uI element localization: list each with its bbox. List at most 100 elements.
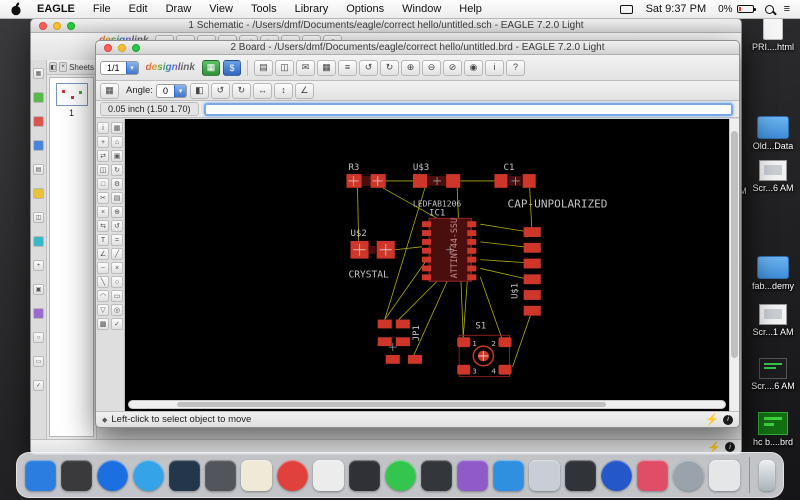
component-r3[interactable]: R3 — [346, 163, 386, 188]
tool-button[interactable]: ✓ — [111, 318, 123, 330]
component-s1[interactable]: S1 1 2 3 4 — [457, 321, 512, 378]
toolbar-button[interactable]: ↻ — [231, 82, 251, 99]
tool-button[interactable]: ▣ — [33, 284, 44, 295]
toolbar-button[interactable]: ≡ — [337, 59, 357, 76]
tool-button[interactable]: ⇄ — [97, 150, 109, 162]
dock-icon[interactable] — [313, 459, 344, 491]
tool-button[interactable]: ◫ — [33, 212, 44, 223]
dock-icon[interactable] — [25, 459, 56, 491]
desktop-icon[interactable]: Scr...1 AM — [746, 304, 800, 337]
tool-button[interactable]: ╱ — [111, 248, 123, 260]
dock-icon[interactable] — [97, 459, 128, 491]
dock-icon[interactable] — [61, 459, 92, 491]
tool-button[interactable] — [33, 140, 44, 151]
toolbar-button[interactable]: ◧ — [189, 82, 209, 99]
tool-button[interactable]: ▩ — [97, 318, 109, 330]
toolbar-button[interactable]: ⊕ — [400, 59, 420, 76]
desktop-icon[interactable]: PRI....html — [746, 14, 800, 52]
component-ic1[interactable]: IC1 ATTINY44-SSU — [421, 208, 477, 282]
sheet-thumbnail[interactable] — [55, 83, 88, 106]
horizontal-scrollbar[interactable] — [128, 400, 726, 409]
tool-button[interactable]: ▤ — [111, 192, 123, 204]
component-jp1[interactable]: JP1 — [377, 319, 422, 364]
desktop-icon[interactable]: Scr....6 AM — [746, 358, 800, 391]
toolbar-button[interactable]: ↔ — [252, 82, 272, 99]
close-button[interactable] — [39, 21, 47, 30]
tool-button[interactable]: ▦ — [33, 68, 44, 79]
command-line-input[interactable] — [203, 102, 733, 116]
zoom-button[interactable] — [67, 21, 75, 30]
menu-item[interactable]: Edit — [120, 3, 157, 15]
notification-center-icon[interactable]: ≡ — [784, 3, 790, 15]
tool-button[interactable]: ◠ — [97, 290, 109, 302]
apple-menu-icon[interactable] — [10, 2, 22, 16]
board-titlebar[interactable]: 2 Board - /Users/dmf/Documents/eagle/cor… — [96, 41, 739, 55]
tool-button[interactable]: ↺ — [111, 220, 123, 232]
tool-button[interactable]: ○ — [33, 332, 44, 343]
grid-button[interactable]: ▦ — [100, 82, 119, 99]
component-u3[interactable]: U$3 LEDFAB1206 — [412, 163, 462, 208]
toolbar-button[interactable]: ↻ — [379, 59, 399, 76]
dock-icon[interactable] — [601, 459, 632, 491]
designlink-status-icon[interactable]: ⚡ — [705, 413, 719, 426]
dock-icon[interactable] — [169, 459, 200, 491]
angle-select[interactable]: 0 ▾ — [155, 83, 187, 98]
dock-icon[interactable] — [637, 459, 668, 491]
tool-button[interactable]: □ — [97, 178, 109, 190]
desktop-icon[interactable]: hc b....brd — [746, 412, 800, 447]
tool-button[interactable]: ╲ — [97, 276, 109, 288]
board-canvas[interactable]: R3 U$3 LEDFAB1206 C1 CAP-UNPOLARIZED IC1… — [125, 119, 729, 411]
dock-icon[interactable] — [421, 459, 452, 491]
toolbar-button[interactable]: ∠ — [294, 82, 314, 99]
dock-icon[interactable] — [205, 459, 236, 491]
component-c1[interactable]: C1 CAP-UNPOLARIZED — [494, 163, 607, 210]
toolbar-button[interactable]: ◉ — [463, 59, 483, 76]
tool-button[interactable]: ▽ — [97, 304, 109, 316]
menu-item[interactable]: File — [84, 3, 120, 15]
toolbar-button[interactable]: ↺ — [210, 82, 230, 99]
display-icon[interactable] — [619, 4, 633, 14]
tool-button[interactable]: × — [111, 262, 123, 274]
panel-dock-icon[interactable]: ◧ — [49, 62, 58, 72]
tool-button[interactable]: i — [97, 122, 109, 134]
tool-button[interactable]: T — [97, 234, 109, 246]
tool-button[interactable] — [33, 308, 44, 319]
tool-button[interactable]: ▤ — [33, 164, 44, 175]
desktop-icon[interactable]: Old...Data — [746, 116, 800, 151]
minimize-button[interactable] — [118, 43, 126, 52]
toolbar-button[interactable]: ↕ — [273, 82, 293, 99]
toolbar-button[interactable]: ◫ — [274, 59, 294, 76]
dock-icon[interactable] — [241, 459, 272, 491]
dock-icon[interactable] — [709, 459, 740, 491]
dock-icon[interactable] — [565, 459, 596, 491]
tool-button[interactable]: ✓ — [33, 380, 44, 391]
tool-button[interactable]: = — [111, 234, 123, 246]
dock-icon[interactable] — [493, 459, 524, 491]
tool-button[interactable]: ⌂ — [111, 136, 123, 148]
menu-item[interactable]: Window — [393, 3, 450, 15]
menu-item[interactable]: Library — [286, 3, 338, 15]
toolbar-button[interactable]: ↺ — [358, 59, 378, 76]
zoom-button[interactable] — [132, 43, 140, 52]
tool-button[interactable]: ⊕ — [111, 206, 123, 218]
component-u1[interactable]: U$1 — [511, 227, 541, 316]
tool-button[interactable] — [33, 92, 44, 103]
tool-button[interactable] — [33, 116, 44, 127]
toolbar-button[interactable]: ✉ — [295, 59, 315, 76]
toolbar-button[interactable]: ⊖ — [421, 59, 441, 76]
tool-button[interactable]: × — [97, 206, 109, 218]
tool-button[interactable]: + — [97, 136, 109, 148]
panel-close-icon[interactable]: × — [59, 62, 68, 72]
tool-button[interactable]: ▭ — [111, 290, 123, 302]
tool-button[interactable]: ∠ — [97, 248, 109, 260]
board-window[interactable]: 2 Board - /Users/dmf/Documents/eagle/cor… — [95, 40, 740, 428]
dock-icon[interactable] — [385, 459, 416, 491]
menu-item[interactable]: Options — [337, 3, 393, 15]
trash-icon[interactable] — [758, 459, 775, 491]
close-button[interactable] — [104, 43, 112, 52]
tool-button[interactable] — [33, 236, 44, 247]
minimize-button[interactable] — [53, 21, 61, 30]
tool-button[interactable] — [33, 188, 44, 199]
dock-icon[interactable] — [673, 459, 704, 491]
tool-button[interactable]: ~ — [97, 262, 109, 274]
